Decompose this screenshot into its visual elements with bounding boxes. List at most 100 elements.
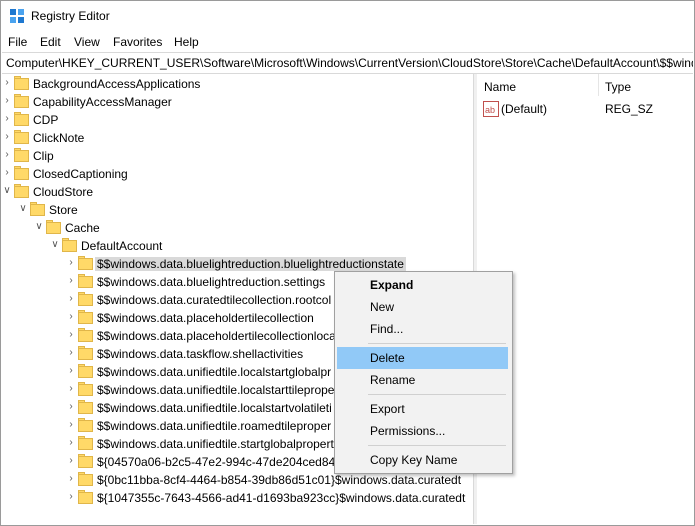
folder-icon <box>46 220 62 234</box>
menu-file[interactable]: File <box>8 35 27 49</box>
chevron-right-icon[interactable]: › <box>66 437 76 449</box>
chevron-right-icon[interactable]: › <box>2 113 12 125</box>
tree-item-label: CDP <box>33 113 59 127</box>
svg-text:ab: ab <box>485 105 495 115</box>
tree-item-label: $$windows.data.bluelightreduction.blueli… <box>95 257 406 271</box>
folder-icon <box>78 418 94 432</box>
tree-item-label: $$windows.data.unifiedtile.roamedtilepro… <box>97 419 332 433</box>
tree-item[interactable]: › Clip <box>2 147 472 165</box>
context-menu-expand[interactable]: Expand <box>337 274 508 296</box>
chevron-right-icon[interactable]: › <box>66 401 76 413</box>
string-value-icon: ab <box>483 101 499 117</box>
folder-icon <box>14 166 30 180</box>
tree-item[interactable]: ∨ CloudStore <box>2 183 472 201</box>
column-divider[interactable] <box>598 74 599 96</box>
context-menu-delete[interactable]: Delete <box>337 347 508 369</box>
tree-item[interactable]: ∨ Cache <box>2 219 472 237</box>
tree-item[interactable]: › CapabilityAccessManager <box>2 93 472 111</box>
folder-icon <box>78 382 94 396</box>
tree-item-label: ClickNote <box>33 131 85 145</box>
folder-icon <box>14 148 30 162</box>
chevron-right-icon[interactable]: › <box>66 383 76 395</box>
tree-item[interactable]: › CDP <box>2 111 472 129</box>
menu-separator <box>368 445 506 446</box>
column-header-type[interactable]: Type <box>605 80 631 94</box>
context-menu-delete-label: Delete <box>370 351 405 365</box>
context-menu-copy-key-name-label: Copy Key Name <box>370 453 458 467</box>
tree-item-label: ${04570a06-b2c5-47e2-994c-47de204ced84}$ <box>97 455 346 469</box>
chevron-right-icon[interactable]: › <box>66 293 76 305</box>
chevron-right-icon[interactable]: › <box>66 275 76 287</box>
chevron-down-icon[interactable]: ∨ <box>2 185 12 197</box>
tree-item-label: ${1047355c-7643-4566-ad41-d1693ba923cc}$… <box>97 491 466 505</box>
menu-help[interactable]: Help <box>174 35 199 49</box>
chevron-right-icon[interactable]: › <box>66 365 76 377</box>
tree-item-label: CapabilityAccessManager <box>33 95 172 109</box>
chevron-right-icon[interactable]: › <box>2 77 12 89</box>
folder-icon <box>14 130 30 144</box>
address-bar[interactable]: Computer\HKEY_CURRENT_USER\Software\Micr… <box>2 52 693 74</box>
value-type: REG_SZ <box>605 102 654 116</box>
context-menu-rename-label: Rename <box>370 373 416 387</box>
tree-item-label: $$windows.data.unifiedtile.localstartglo… <box>97 365 332 379</box>
folder-icon <box>78 454 94 468</box>
value-row[interactable]: ab (Default) REG_SZ <box>477 100 694 118</box>
folder-icon <box>62 238 78 252</box>
chevron-right-icon[interactable]: › <box>66 257 76 269</box>
column-header-name[interactable]: Name <box>484 80 516 94</box>
context-menu-copy-key-name[interactable]: Copy Key Name <box>337 449 508 471</box>
folder-icon <box>14 184 30 198</box>
registry-editor-window: Registry Editor File Edit View Favorites… <box>0 0 695 526</box>
context-menu-rename[interactable]: Rename <box>337 369 508 391</box>
tree-item[interactable]: › ClosedCaptioning <box>2 165 472 183</box>
folder-icon <box>78 274 94 288</box>
tree-item-label: $$windows.data.placeholdertilecollection… <box>97 329 336 343</box>
folder-icon <box>14 76 30 90</box>
tree-item[interactable]: › ClickNote <box>2 129 472 147</box>
chevron-right-icon[interactable]: › <box>66 311 76 323</box>
context-menu-find[interactable]: Find... <box>337 318 508 340</box>
folder-icon <box>78 364 94 378</box>
chevron-right-icon[interactable]: › <box>2 131 12 143</box>
context-menu-export-label: Export <box>370 402 405 416</box>
tree-item[interactable]: › BackgroundAccessApplications <box>2 75 472 93</box>
folder-icon <box>78 310 94 324</box>
chevron-down-icon[interactable]: ∨ <box>50 239 60 251</box>
folder-icon <box>78 328 94 342</box>
chevron-right-icon[interactable]: › <box>2 95 12 107</box>
tree-item[interactable]: ∨ DefaultAccount <box>2 237 472 255</box>
menu-favorites[interactable]: Favorites <box>113 35 162 49</box>
chevron-right-icon[interactable]: › <box>2 149 12 161</box>
context-menu-export[interactable]: Export <box>337 398 508 420</box>
tree-item-label: $$windows.data.bluelightreduction.settin… <box>97 275 326 289</box>
chevron-right-icon[interactable]: › <box>66 419 76 431</box>
address-path[interactable]: Computer\HKEY_CURRENT_USER\Software\Micr… <box>6 56 693 70</box>
context-menu-permissions[interactable]: Permissions... <box>337 420 508 442</box>
chevron-down-icon[interactable]: ∨ <box>34 221 44 233</box>
chevron-down-icon[interactable]: ∨ <box>18 203 28 215</box>
tree-item-label: DefaultAccount <box>81 239 163 253</box>
context-menu-find-label: Find... <box>370 322 404 336</box>
folder-icon <box>14 94 30 108</box>
tree-item[interactable]: › ${1047355c-7643-4566-ad41-d1693ba923cc}… <box>2 489 472 507</box>
menu-edit[interactable]: Edit <box>40 35 61 49</box>
folder-icon <box>78 256 94 270</box>
context-menu-new[interactable]: New <box>337 296 508 318</box>
chevron-right-icon[interactable]: › <box>66 491 76 503</box>
window-title: Registry Editor <box>31 9 110 23</box>
tree-item-label: $$windows.data.taskflow.shellactivities <box>97 347 304 361</box>
chevron-right-icon[interactable]: › <box>66 455 76 467</box>
chevron-right-icon[interactable]: › <box>66 473 76 485</box>
tree-item[interactable]: ∨ Store <box>2 201 472 219</box>
context-menu-new-label: New <box>370 300 395 314</box>
value-name: (Default) <box>501 102 548 116</box>
tree-item-label: CloudStore <box>33 185 94 199</box>
tree-item-label: $$windows.data.placeholdertilecollection <box>97 311 314 325</box>
chevron-right-icon[interactable]: › <box>66 347 76 359</box>
chevron-right-icon[interactable]: › <box>66 329 76 341</box>
chevron-right-icon[interactable]: › <box>2 167 12 179</box>
title-bar[interactable]: Registry Editor <box>1 1 694 31</box>
tree-item-label: Store <box>49 203 78 217</box>
tree-item-label: Clip <box>33 149 54 163</box>
menu-view[interactable]: View <box>74 35 100 49</box>
